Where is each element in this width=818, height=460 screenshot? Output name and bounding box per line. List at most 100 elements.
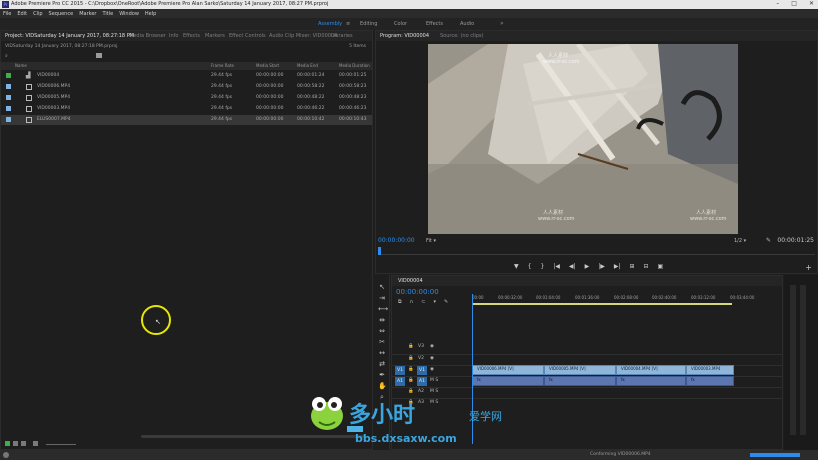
tab-program[interactable]: Program: VID00004	[380, 33, 429, 39]
track-name-a1[interactable]: A1	[417, 377, 427, 386]
video-clip[interactable]: VID00003.MP4	[686, 365, 734, 375]
track-lock-icon[interactable]: 🔒	[408, 344, 414, 349]
program-playhead[interactable]	[378, 247, 381, 255]
insert-sequence-icon[interactable]: ⧉	[398, 299, 402, 305]
label-color-swatch[interactable]	[6, 84, 11, 89]
step-back-button[interactable]: ◀|	[569, 263, 576, 270]
icon-view-icon[interactable]	[21, 441, 26, 446]
maximize-icon[interactable]: □	[791, 0, 797, 7]
workspace-editing[interactable]: Editing	[360, 21, 377, 27]
resolution-select[interactable]: 1/2 ▾	[734, 238, 746, 244]
track-name-v1[interactable]: V1	[417, 366, 427, 375]
program-timecode[interactable]: 00:00:00:00	[378, 237, 415, 244]
play-button[interactable]: ▶	[585, 263, 590, 270]
export-frame-button[interactable]: ▣	[658, 263, 664, 270]
write-protect-icon[interactable]	[5, 441, 10, 446]
workspace-overflow-icon[interactable]: »	[500, 20, 504, 27]
tab-libraries[interactable]: Libraries	[331, 33, 353, 39]
extract-button[interactable]: ⊟	[644, 263, 649, 270]
snap-icon[interactable]: ∩	[410, 299, 414, 305]
column-frame-rate[interactable]: Frame Rate	[211, 63, 234, 68]
pen-tool-icon[interactable]: ✒	[378, 371, 386, 379]
workspace-assembly-menu-icon[interactable]: ≡	[346, 21, 350, 27]
track-name-v3[interactable]: V3	[418, 344, 424, 349]
close-icon[interactable]: ✕	[809, 0, 814, 7]
project-row[interactable]: VID00006.MP4 29.44 fps 00:00:00:00 00:00…	[1, 82, 372, 92]
column-media-duration[interactable]: Media Duration	[339, 63, 370, 68]
work-area-bar[interactable]	[472, 303, 732, 305]
selection-tool-icon[interactable]: ↖	[378, 283, 386, 291]
workspace-color[interactable]: Color	[394, 21, 407, 27]
label-color-swatch[interactable]	[6, 117, 11, 122]
tab-markers[interactable]: Markers	[205, 33, 225, 39]
workspace-assembly[interactable]: Assembly	[318, 21, 342, 27]
audio-clip[interactable]: fx	[544, 376, 616, 386]
freeform-view-icon[interactable]	[33, 441, 38, 446]
tab-info[interactable]: Info	[169, 33, 178, 39]
timeline-settings-icon[interactable]: ✎	[444, 299, 448, 305]
search-icon[interactable]: ⌕	[5, 53, 8, 59]
tab-source[interactable]: Source: (no clips)	[440, 33, 483, 39]
zoom-level-select[interactable]: Fit ▾	[426, 238, 436, 244]
item-name[interactable]: VID00006.MP4	[37, 84, 70, 89]
step-forward-button[interactable]: |▶	[598, 263, 605, 270]
zoom-slider[interactable]	[46, 444, 76, 445]
menu-help[interactable]: Help	[145, 11, 156, 17]
slip-tool-icon[interactable]: ↔	[378, 349, 386, 357]
label-color-swatch[interactable]	[6, 95, 11, 100]
label-color-swatch[interactable]	[6, 73, 11, 78]
minimize-icon[interactable]: –	[776, 0, 779, 7]
item-name[interactable]: VID00004	[37, 73, 59, 78]
source-patch-a1[interactable]: A1	[395, 377, 405, 386]
tab-audio-clip-mixer[interactable]: Audio Clip Mixer: VID00004	[269, 33, 337, 39]
timeline-timecode[interactable]: 00:00:00:00	[396, 288, 439, 296]
column-name[interactable]: Name	[15, 63, 27, 68]
track-lock-icon[interactable]: 🔒	[408, 378, 414, 383]
track-select-tool-icon[interactable]: ⇥	[378, 294, 386, 302]
label-color-swatch[interactable]	[6, 106, 11, 111]
track-lock-icon[interactable]: 🔒	[408, 367, 414, 372]
menu-file[interactable]: File	[3, 11, 11, 17]
project-row[interactable]: ▟ VID00004 29.44 fps 00:00:00:00 00:00:0…	[1, 71, 372, 81]
item-name[interactable]: ELUS0007.MP4	[37, 117, 71, 122]
tab-effects[interactable]: Effects	[183, 33, 200, 39]
program-video-frame[interactable]: 人人素材 www.rr-sc.com 人人素材 www.rr-sc.com 人人…	[428, 44, 738, 234]
add-marker-button[interactable]: ▼	[514, 263, 519, 270]
tab-sequence[interactable]: VID00004	[398, 278, 423, 284]
item-name[interactable]: VID00003.MP4	[37, 106, 70, 111]
column-media-start[interactable]: Media Start	[256, 63, 279, 68]
tab-project[interactable]: Project: VIDSaturday 14 January 2017, 08…	[5, 33, 134, 39]
menu-clip[interactable]: Clip	[33, 11, 42, 17]
project-row[interactable]: VID00005.MP4 29.44 fps 00:00:00:00 00:00…	[1, 93, 372, 103]
new-bin-icon[interactable]	[96, 53, 102, 58]
go-to-in-button[interactable]: |◀	[553, 263, 560, 270]
slide-tool-icon[interactable]: ⇄	[378, 360, 386, 368]
workspace-effects[interactable]: Effects	[426, 21, 443, 27]
tab-media-browser[interactable]: Media Browser	[129, 33, 166, 39]
column-media-end[interactable]: Media End	[297, 63, 318, 68]
list-view-icon[interactable]	[13, 441, 18, 446]
go-to-out-button[interactable]: ▶|	[614, 263, 621, 270]
timeline-ruler[interactable]: 00:00 00:00:32:00 00:01:04:00 00:01:36:0…	[472, 294, 782, 306]
track-name-v2[interactable]: V2	[418, 356, 424, 361]
video-clip[interactable]: VID00005.MP4 [V]	[544, 365, 616, 375]
program-time-ruler[interactable]	[378, 247, 815, 255]
button-editor-button[interactable]: +	[805, 263, 812, 272]
audio-clip[interactable]: fx	[686, 376, 734, 386]
rate-stretch-tool-icon[interactable]: ⇔	[378, 327, 386, 335]
source-patch-v1[interactable]: V1	[395, 366, 405, 375]
linked-selection-icon[interactable]: ⊂	[421, 299, 425, 305]
menu-window[interactable]: Window	[119, 11, 139, 17]
track-eye-icon[interactable]: ◉	[430, 356, 434, 361]
audio-clip[interactable]: fx	[472, 376, 544, 386]
mark-out-button[interactable]: }	[540, 263, 544, 270]
menu-sequence[interactable]: Sequence	[49, 11, 74, 17]
track-eye-icon[interactable]: ◉	[430, 344, 434, 349]
rolling-edit-tool-icon[interactable]: ⇹	[378, 316, 386, 324]
video-clip[interactable]: VID00004.MP4 [V]	[616, 365, 686, 375]
menu-title[interactable]: Title	[102, 11, 113, 17]
lift-button[interactable]: ⊞	[629, 263, 634, 270]
project-row[interactable]: ELUS0007.MP4 29.44 fps 00:00:00:00 00:00…	[1, 115, 372, 125]
workspace-audio[interactable]: Audio	[460, 21, 474, 27]
ripple-edit-tool-icon[interactable]: ⟷	[378, 305, 388, 313]
